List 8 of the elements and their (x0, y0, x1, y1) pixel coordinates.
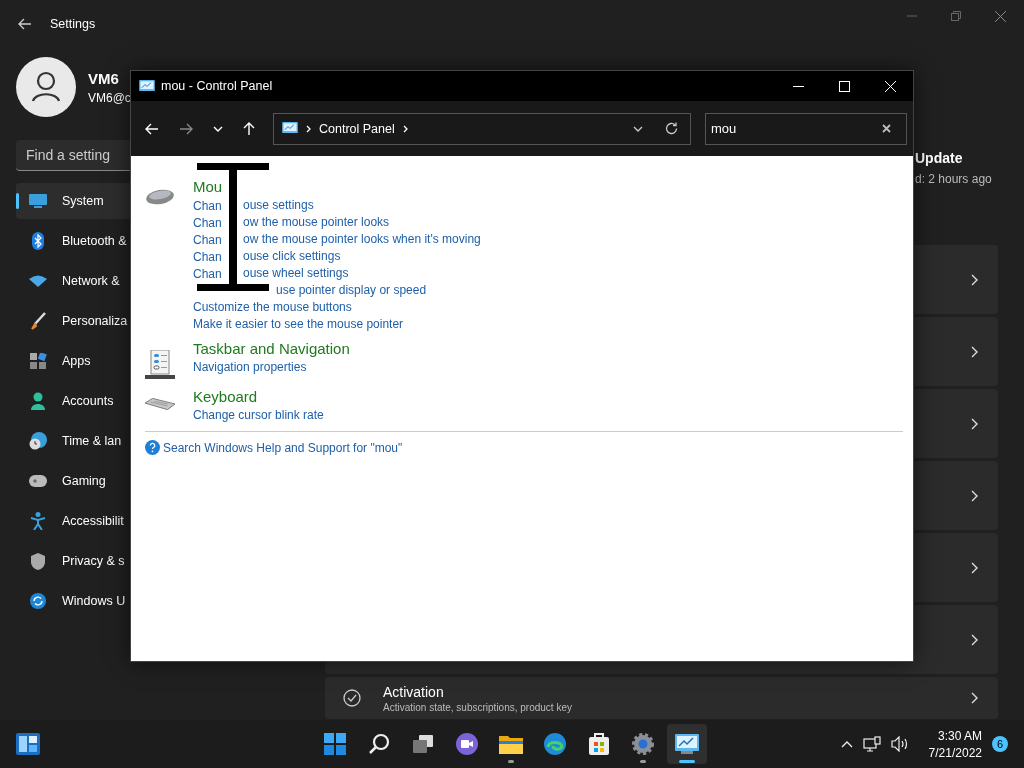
window-title: Settings (50, 17, 96, 31)
update-subtitle: d: 2 hours ago (915, 172, 993, 186)
window-title: mou - Control Panel (161, 79, 273, 93)
card-title: Activation (383, 683, 445, 700)
update-title: Update (915, 150, 964, 166)
user-name: VM6 (88, 69, 120, 87)
card-subtitle: Activation state, subscriptions, product key (383, 701, 573, 713)
user-email: VM6@c (88, 90, 131, 105)
